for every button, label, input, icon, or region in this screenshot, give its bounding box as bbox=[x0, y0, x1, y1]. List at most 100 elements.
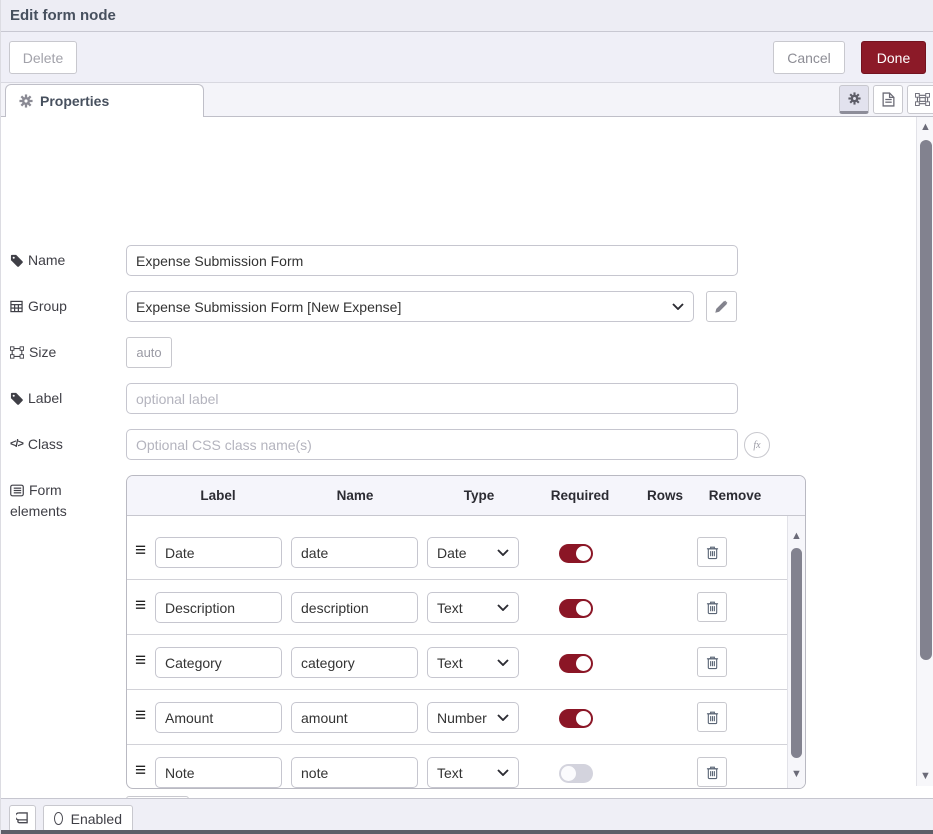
chevron-down-icon bbox=[497, 714, 509, 721]
element-name-input[interactable] bbox=[291, 592, 418, 623]
delete-element-button[interactable] bbox=[697, 757, 727, 787]
enabled-toggle-button[interactable]: Enabled bbox=[43, 805, 133, 832]
docs-button[interactable] bbox=[9, 805, 36, 832]
required-toggle[interactable] bbox=[559, 544, 593, 563]
element-name-input[interactable] bbox=[291, 537, 418, 568]
table-icon bbox=[10, 300, 23, 313]
gear-icon bbox=[848, 92, 861, 105]
edit-group-button[interactable] bbox=[706, 291, 737, 322]
form-elements-field-label2: elements bbox=[10, 503, 67, 519]
element-type-value: Text bbox=[437, 655, 463, 671]
required-toggle[interactable] bbox=[559, 654, 593, 673]
node-settings-button[interactable] bbox=[839, 85, 869, 114]
gear-icon bbox=[19, 94, 33, 108]
properties-panel: Name Group Expense Submission Form [New … bbox=[1, 117, 933, 798]
element-name-input[interactable] bbox=[291, 647, 418, 678]
element-name-input[interactable] bbox=[291, 757, 418, 788]
drag-handle-icon[interactable] bbox=[135, 650, 146, 672]
chevron-down-icon bbox=[672, 303, 684, 310]
trash-icon bbox=[706, 545, 719, 560]
element-type-value: Date bbox=[437, 545, 467, 561]
tag-icon bbox=[10, 392, 23, 405]
drag-handle-icon[interactable] bbox=[135, 760, 146, 782]
name-field-label: Name bbox=[10, 252, 65, 268]
drag-handle-icon[interactable] bbox=[135, 540, 146, 562]
panel-scrollbar-thumb[interactable] bbox=[920, 140, 932, 660]
required-toggle[interactable] bbox=[559, 764, 593, 783]
circle-icon bbox=[54, 812, 63, 825]
scroll-up-icon[interactable]: ▲ bbox=[917, 121, 933, 133]
window-edge bbox=[1, 830, 933, 834]
required-toggle[interactable] bbox=[559, 599, 593, 618]
element-type-select[interactable]: Text bbox=[427, 757, 519, 788]
column-header-remove: Remove bbox=[709, 488, 762, 503]
scroll-down-icon[interactable]: ▼ bbox=[788, 768, 805, 780]
scroll-down-icon[interactable]: ▼ bbox=[917, 770, 933, 782]
form-elements-table-header: Label Name Type Required Rows Remove bbox=[127, 476, 805, 516]
node-appearance-button[interactable] bbox=[907, 85, 933, 114]
element-name-input[interactable] bbox=[291, 702, 418, 733]
form-element-row: Date bbox=[127, 525, 789, 580]
tab-properties[interactable]: Properties bbox=[5, 84, 204, 117]
form-elements-rows: Date Text bbox=[127, 516, 789, 789]
form-elements-field-label: Form bbox=[10, 482, 62, 498]
element-label-input[interactable] bbox=[155, 757, 282, 788]
group-select[interactable]: Expense Submission Form [New Expense] bbox=[126, 291, 694, 322]
class-input[interactable] bbox=[126, 429, 738, 460]
table-scrollbar-thumb[interactable] bbox=[791, 548, 802, 758]
element-label-input[interactable] bbox=[155, 592, 282, 623]
document-icon bbox=[882, 92, 895, 107]
element-type-select[interactable]: Date bbox=[427, 537, 519, 568]
trash-icon bbox=[706, 765, 719, 780]
dialog-toolbar: Delete Cancel Done bbox=[1, 32, 933, 83]
form-element-row: Text bbox=[127, 745, 789, 789]
delete-button[interactable]: Delete bbox=[9, 41, 77, 74]
group-field-label: Group bbox=[10, 298, 67, 314]
list-alt-icon bbox=[10, 484, 24, 497]
class-field-label: </> Class bbox=[10, 436, 63, 452]
object-group-icon bbox=[10, 346, 24, 359]
column-header-type: Type bbox=[464, 488, 495, 503]
element-type-select[interactable]: Number bbox=[427, 702, 519, 733]
tag-icon bbox=[10, 254, 23, 267]
form-elements-table: Label Name Type Required Rows Remove Dat… bbox=[126, 475, 806, 789]
delete-element-button[interactable] bbox=[697, 702, 727, 732]
chevron-down-icon bbox=[497, 659, 509, 666]
element-type-value: Text bbox=[437, 765, 463, 781]
node-description-button[interactable] bbox=[873, 85, 903, 114]
required-toggle[interactable] bbox=[559, 709, 593, 728]
chevron-down-icon bbox=[497, 769, 509, 776]
pencil-icon bbox=[715, 300, 728, 313]
label-input[interactable] bbox=[126, 383, 738, 414]
element-label-input[interactable] bbox=[155, 537, 282, 568]
drag-handle-icon[interactable] bbox=[135, 705, 146, 727]
expression-button[interactable]: fx bbox=[744, 432, 770, 458]
column-header-label: Label bbox=[200, 488, 235, 503]
name-input[interactable] bbox=[126, 245, 738, 276]
delete-element-button[interactable] bbox=[697, 592, 727, 622]
edit-form-node-dialog: Edit form node Delete Cancel Done P bbox=[0, 0, 933, 834]
column-header-name: Name bbox=[337, 488, 374, 503]
tab-bar: Properties bbox=[1, 83, 933, 117]
trash-icon bbox=[706, 600, 719, 615]
cancel-button[interactable]: Cancel bbox=[773, 41, 845, 74]
element-type-select[interactable]: Text bbox=[427, 592, 519, 623]
panel-scrollbar[interactable]: ▲ ▼ bbox=[916, 117, 933, 786]
delete-element-button[interactable] bbox=[697, 537, 727, 567]
element-type-select[interactable]: Text bbox=[427, 647, 519, 678]
column-header-required: Required bbox=[551, 488, 610, 503]
element-type-value: Text bbox=[437, 600, 463, 616]
scroll-up-icon[interactable]: ▲ bbox=[788, 530, 805, 542]
done-button[interactable]: Done bbox=[861, 41, 926, 74]
form-element-row: Text bbox=[127, 635, 789, 690]
element-label-input[interactable] bbox=[155, 702, 282, 733]
element-label-input[interactable] bbox=[155, 647, 282, 678]
dialog-title: Edit form node bbox=[10, 7, 116, 24]
drag-handle-icon[interactable] bbox=[135, 595, 146, 617]
table-scrollbar[interactable]: ▲ ▼ bbox=[787, 516, 805, 789]
delete-element-button[interactable] bbox=[697, 647, 727, 677]
label-field-label: Label bbox=[10, 390, 62, 406]
size-button[interactable]: auto bbox=[126, 337, 172, 368]
book-icon bbox=[16, 812, 29, 825]
object-group-icon bbox=[915, 93, 930, 106]
